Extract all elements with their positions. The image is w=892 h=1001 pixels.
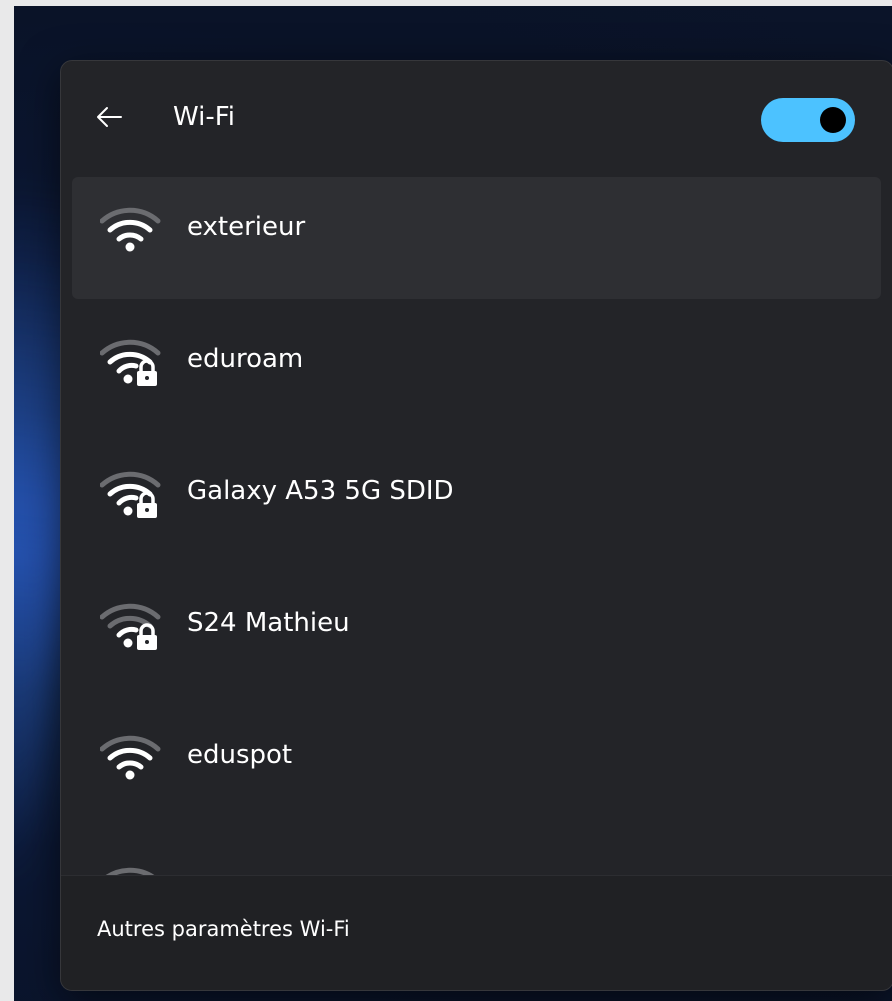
- network-ssid: exterieur: [187, 212, 306, 242]
- network-item-galaxy-a53[interactable]: Galaxy A53 5G SDID: [72, 441, 881, 563]
- wifi-signal-icon: [100, 207, 161, 252]
- network-ssid: eduroam: [187, 344, 304, 374]
- back-arrow-icon: [97, 107, 122, 127]
- network-ssid: S24 Mathieu: [187, 608, 350, 638]
- network-ssid: Galaxy A53 5G SDID: [187, 476, 454, 506]
- wifi-footer: Autres paramètres Wi-Fi: [61, 875, 892, 990]
- network-item-eduroam[interactable]: eduroam: [72, 309, 881, 431]
- desktop-background: Wi-Fi exterieur eduroam Galaxy A53 5G SD…: [14, 6, 892, 1001]
- wifi-header: Wi-Fi: [61, 61, 892, 171]
- network-ssid: Maxime 2554: [187, 837, 364, 875]
- back-button[interactable]: [91, 99, 127, 135]
- wifi-secured-icon: [105, 867, 155, 875]
- network-item-exterieur[interactable]: exterieur: [72, 177, 881, 299]
- page-title: Wi-Fi: [173, 102, 236, 132]
- wifi-signal-icon: [100, 735, 161, 780]
- network-item-maxime-2554[interactable]: Maxime 2554: [72, 837, 881, 875]
- wifi-secured-icon: [100, 339, 161, 386]
- network-item-s24-mathieu[interactable]: S24 Mathieu: [72, 573, 881, 695]
- network-list: exterieur eduroam Galaxy A53 5G SDID S24…: [61, 177, 892, 875]
- wifi-secured-icon: [100, 471, 161, 518]
- wifi-toggle[interactable]: [761, 98, 855, 142]
- more-wifi-settings-link[interactable]: Autres paramètres Wi-Fi: [97, 912, 350, 946]
- network-ssid: eduspot: [187, 740, 293, 770]
- network-item-eduspot[interactable]: eduspot: [72, 705, 881, 827]
- wifi-flyout-panel: Wi-Fi exterieur eduroam Galaxy A53 5G SD…: [60, 60, 892, 991]
- wifi-toggle-knob: [820, 107, 846, 133]
- wifi-secured-icon: [100, 603, 161, 650]
